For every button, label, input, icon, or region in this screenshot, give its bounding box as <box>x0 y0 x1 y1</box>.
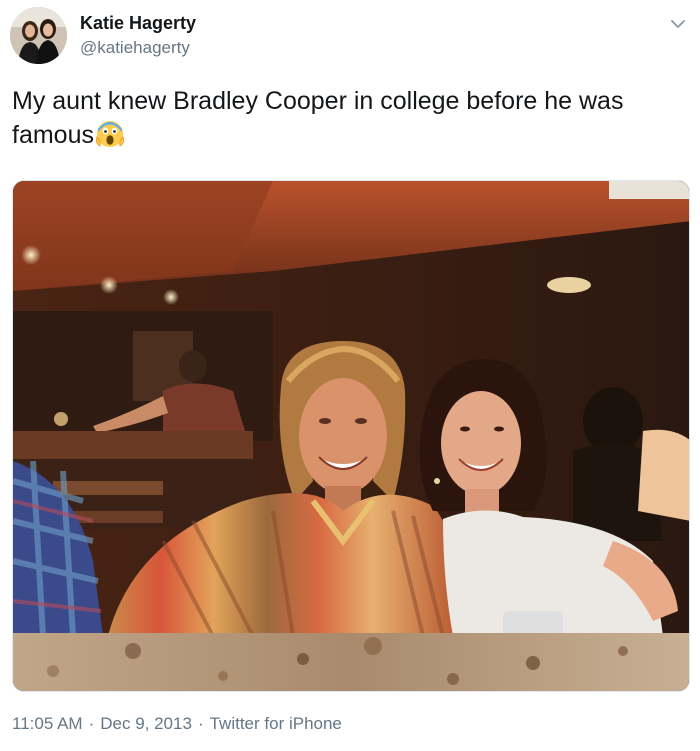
tweet-time[interactable]: 11:05 AM <box>12 714 83 733</box>
tweet-date[interactable]: Dec 9, 2013 <box>100 714 192 733</box>
tweet-text: My aunt knew Bradley Cooper in college b… <box>12 84 672 158</box>
display-name[interactable]: Katie Hagerty <box>80 13 196 34</box>
user-handle[interactable]: @katiehagerty <box>80 38 190 58</box>
tweet-client[interactable]: Twitter for iPhone <box>210 714 342 733</box>
profile-photo-icon <box>10 7 67 64</box>
avatar[interactable] <box>10 7 67 64</box>
chevron-down-icon[interactable] <box>668 14 688 34</box>
tweet-photo[interactable] <box>12 180 690 692</box>
tweet-metadata: 11:05 AM · Dec 9, 2013 · Twitter for iPhone <box>12 714 342 734</box>
screaming-face-emoji-icon <box>95 119 125 158</box>
tweet: Katie Hagerty @katiehagerty My aunt knew… <box>0 0 700 751</box>
photo-image <box>13 181 689 691</box>
separator: · <box>88 714 95 733</box>
separator: · <box>197 714 204 733</box>
